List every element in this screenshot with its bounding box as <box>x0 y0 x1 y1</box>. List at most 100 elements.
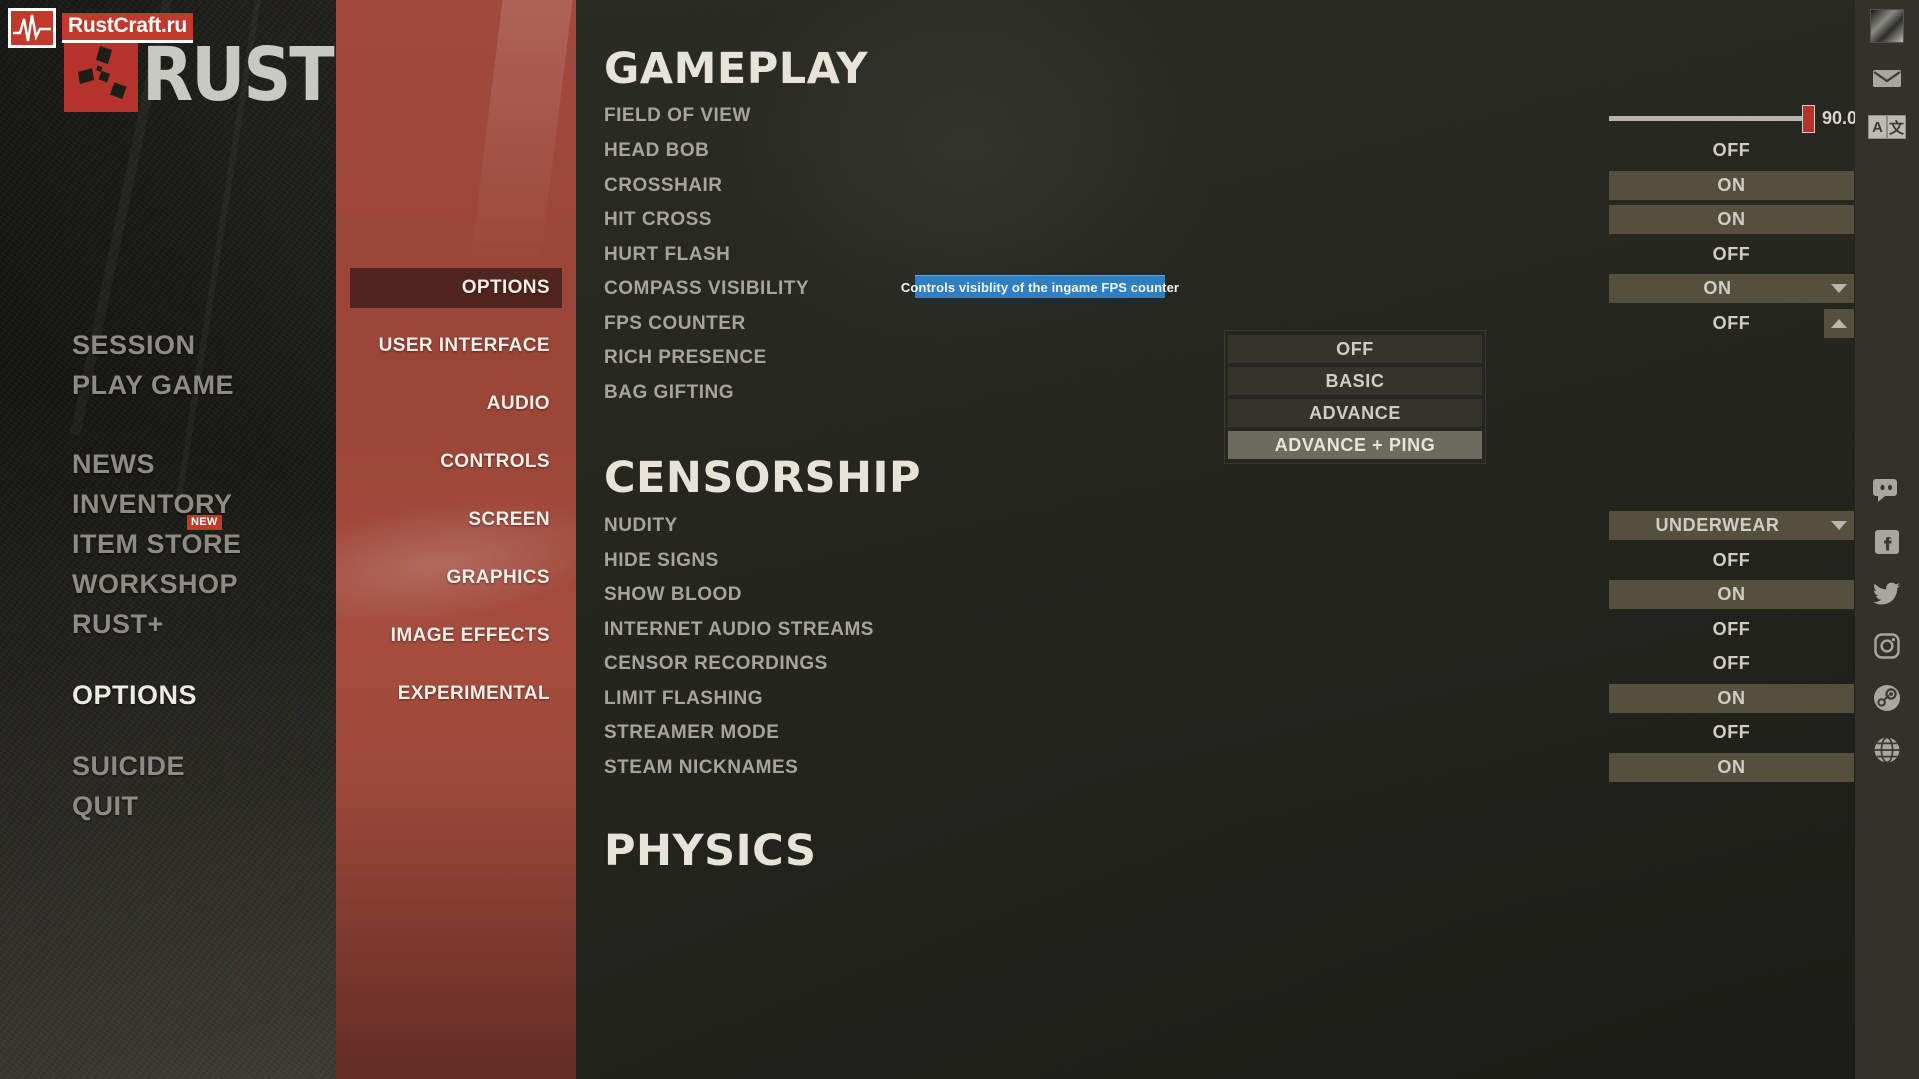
sidebar-item-label: QUIT <box>72 791 139 821</box>
tab-graphics[interactable]: GRAPHICS <box>350 558 562 598</box>
fov-slider[interactable]: 90.0 <box>1609 105 1857 133</box>
fps-counter-dropdown[interactable]: OFF BASIC ADVANCE ADVANCE + PING <box>1224 330 1486 464</box>
mail-icon[interactable] <box>1870 61 1904 95</box>
tab-experimental[interactable]: EXPERIMENTAL <box>350 674 562 714</box>
dropdown-option-advance[interactable]: ADVANCE <box>1228 399 1482 427</box>
sidebar-item-item-store[interactable]: ITEM STORE NEW <box>72 515 242 564</box>
facebook-icon[interactable] <box>1870 525 1904 559</box>
option-row-crosshair: CROSSHAIR ON <box>604 171 1894 206</box>
option-control[interactable]: ON <box>1609 274 1854 303</box>
select-value[interactable]: UNDERWEAR <box>1609 511 1854 540</box>
discord-icon[interactable] <box>1870 473 1904 507</box>
sidebar-item-play-game[interactable]: PLAY GAME <box>72 365 234 405</box>
toggle-value[interactable]: OFF <box>1609 718 1854 747</box>
sidebar-item-suicide[interactable]: SUICIDE <box>72 746 185 786</box>
nav-group-content: NEWS INVENTORY ITEM STORE NEW WORKSHOP R… <box>72 444 242 644</box>
option-label: CROSSHAIR <box>604 175 723 196</box>
option-row-limit-flashing: LIMIT FLASHING ON <box>604 684 1894 719</box>
select-value[interactable]: OFF <box>1609 309 1854 338</box>
option-control[interactable]: ON <box>1609 171 1854 200</box>
translate-icon[interactable]: A 文 <box>1868 115 1906 139</box>
instagram-icon[interactable] <box>1870 629 1904 663</box>
dropdown-option-off[interactable]: OFF <box>1228 335 1482 363</box>
option-row-streamer-mode: STREAMER MODE OFF <box>604 719 1894 753</box>
sidebar-item-options[interactable]: OPTIONS <box>72 675 197 715</box>
option-row-hurt-flash: HURT FLASH OFF <box>604 241 1894 275</box>
toggle-value[interactable]: OFF <box>1609 136 1854 165</box>
translate-source-letter: A <box>1868 115 1887 139</box>
toggle-value[interactable]: ON <box>1609 580 1854 609</box>
rust-logo: RUST <box>64 32 335 118</box>
option-control[interactable]: OFF <box>1609 240 1854 269</box>
option-label: HURT FLASH <box>604 244 731 265</box>
left-navigation: RustCraft.ru RUST SESSION PLAY GAME NEWS… <box>0 0 336 1079</box>
option-control[interactable]: UNDERWEAR <box>1609 511 1854 540</box>
slider-track <box>1609 116 1809 121</box>
option-label: BAG GIFTING <box>604 382 735 403</box>
tab-audio[interactable]: AUDIO <box>350 384 562 424</box>
chevron-down-icon[interactable] <box>1824 511 1854 540</box>
panel-shadow <box>336 780 576 1079</box>
tab-screen[interactable]: SCREEN <box>350 500 562 540</box>
toggle-value[interactable]: ON <box>1609 684 1854 713</box>
option-control[interactable]: OFF <box>1609 615 1854 644</box>
chevron-down-icon[interactable] <box>1824 274 1854 303</box>
sidebar-item-rust-plus[interactable]: RUST+ <box>72 604 242 644</box>
sidebar-item-session[interactable]: SESSION <box>72 325 234 365</box>
sidebar-item-workshop[interactable]: WORKSHOP <box>72 564 242 604</box>
dropdown-option-basic[interactable]: BASIC <box>1228 367 1482 395</box>
options-content-panel: GAMEPLAY FIELD OF VIEW 90.0 HEAD BOB OFF… <box>576 0 1919 1079</box>
toggle-value[interactable]: ON <box>1609 205 1854 234</box>
option-label: STREAMER MODE <box>604 722 780 743</box>
option-control[interactable]: ON <box>1609 205 1854 234</box>
tab-options[interactable]: OPTIONS <box>350 268 562 308</box>
tab-controls[interactable]: CONTROLS <box>350 442 562 482</box>
steam-icon[interactable] <box>1870 681 1904 715</box>
option-row-internet-audio-streams: INTERNET AUDIO STREAMS OFF <box>604 616 1894 650</box>
section-title-physics: PHYSICS <box>604 826 817 876</box>
nav-group-session: SESSION PLAY GAME <box>72 325 234 405</box>
right-icon-rail: A 文 <box>1855 0 1919 1079</box>
slider-handle[interactable] <box>1802 105 1815 133</box>
sidebar-item-label: NEWS <box>72 449 155 479</box>
toggle-value[interactable]: OFF <box>1609 649 1854 678</box>
rustcraft-watermark: RustCraft.ru <box>8 8 193 48</box>
tab-user-interface[interactable]: USER INTERFACE <box>350 326 562 366</box>
option-label: NUDITY <box>604 515 678 536</box>
watermark-text: RustCraft.ru <box>62 13 193 43</box>
options-category-panel: OPTIONS USER INTERFACE AUDIO CONTROLS SC… <box>336 0 576 1079</box>
dropdown-option-advance-ping[interactable]: ADVANCE + PING <box>1228 431 1482 459</box>
nav-group-exit: SUICIDE QUIT <box>72 746 185 826</box>
globe-icon[interactable] <box>1870 733 1904 767</box>
avatar[interactable] <box>1870 9 1904 43</box>
option-control[interactable]: OFF <box>1609 136 1854 165</box>
sidebar-item-news[interactable]: NEWS <box>72 444 242 484</box>
chevron-up-icon[interactable] <box>1824 309 1854 338</box>
option-label: HIT CROSS <box>604 209 712 230</box>
option-label: HIDE SIGNS <box>604 550 719 571</box>
toggle-value[interactable]: OFF <box>1609 615 1854 644</box>
option-label: FIELD OF VIEW <box>604 105 751 126</box>
option-control[interactable]: ON <box>1609 753 1854 782</box>
option-control[interactable]: OFF <box>1609 718 1854 747</box>
option-control[interactable]: OFF <box>1609 649 1854 678</box>
option-control[interactable]: OFF <box>1609 546 1854 575</box>
toggle-value[interactable]: OFF <box>1609 546 1854 575</box>
rust-wordmark: RUST <box>142 32 335 118</box>
sidebar-item-quit[interactable]: QUIT <box>72 786 185 826</box>
option-control[interactable]: OFF <box>1609 309 1854 338</box>
toggle-value[interactable]: ON <box>1609 171 1854 200</box>
toggle-value[interactable]: OFF <box>1609 240 1854 269</box>
sidebar-item-label: SUICIDE <box>72 751 186 781</box>
option-row-show-blood: SHOW BLOOD ON <box>604 580 1894 615</box>
select-value[interactable]: ON <box>1609 274 1854 303</box>
option-control[interactable]: ON <box>1609 684 1854 713</box>
tab-image-effects[interactable]: IMAGE EFFECTS <box>350 616 562 656</box>
option-row-hide-signs: HIDE SIGNS OFF <box>604 547 1894 581</box>
sidebar-item-label: OPTIONS <box>72 680 198 710</box>
option-row-field-of-view: FIELD OF VIEW 90.0 <box>604 102 1894 136</box>
option-control[interactable]: ON <box>1609 580 1854 609</box>
twitter-icon[interactable] <box>1870 577 1904 611</box>
sidebar-item-label: WORKSHOP <box>72 569 238 599</box>
toggle-value[interactable]: ON <box>1609 753 1854 782</box>
